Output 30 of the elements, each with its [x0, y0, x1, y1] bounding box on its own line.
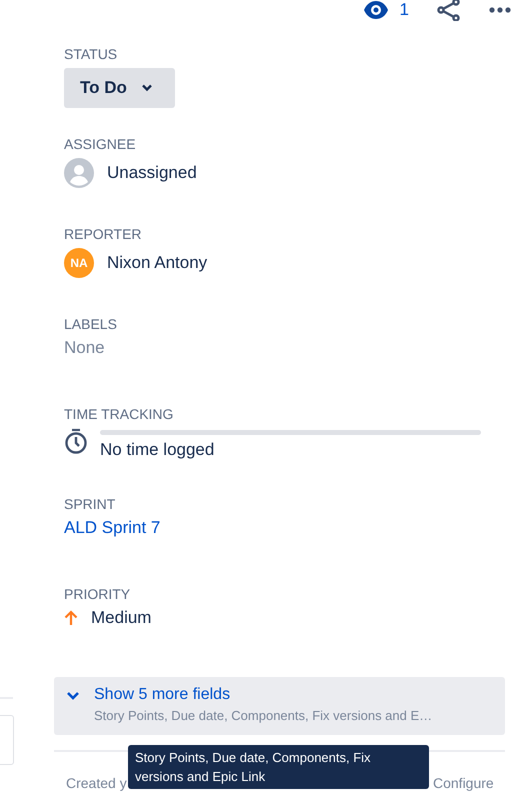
user-avatar: NA [64, 248, 94, 278]
created-date: Created y [66, 775, 127, 791]
arrow-up-icon [64, 610, 78, 626]
status-dropdown[interactable]: To Do [64, 68, 175, 108]
show-more-fields-link[interactable]: Show 5 more fields [66, 686, 230, 704]
sprint-link[interactable]: ALD Sprint 7 [64, 518, 160, 537]
user-name[interactable]: Unassigned [107, 163, 197, 183]
field-label: PRIORITY [64, 586, 130, 602]
watcher-count[interactable]: 1 [400, 0, 409, 20]
share-icon[interactable] [437, 0, 461, 21]
eye-icon[interactable] [364, 1, 388, 19]
more-icon[interactable] [489, 7, 511, 13]
field-label: STATUS [64, 46, 118, 62]
field-value[interactable]: None [64, 338, 105, 357]
field-label: LABELS [64, 316, 117, 332]
field-label: SPRINT [64, 496, 116, 512]
field-label: REPORTER [64, 226, 142, 242]
chevron-icon [140, 84, 153, 92]
tooltip: Story Points, Due date, Components, Fix versions and Epic Link [128, 745, 429, 789]
time-logged-text: No time logged [100, 440, 216, 460]
field-label: TIME TRACKING [64, 406, 174, 422]
field-label: ASSIGNEE [64, 136, 136, 152]
priority-value[interactable]: Medium [91, 608, 152, 628]
card-edge [0, 715, 14, 765]
user-name[interactable]: Nixon Antony [107, 253, 208, 273]
more-fields-summary: Story Points, Due date, Components, Fix versions and E… [94, 708, 432, 723]
chevron-icon [66, 690, 80, 700]
user-avatar-icon [64, 158, 94, 188]
stopwatch-icon [64, 428, 88, 455]
configure-link[interactable]: Configure [433, 775, 494, 791]
